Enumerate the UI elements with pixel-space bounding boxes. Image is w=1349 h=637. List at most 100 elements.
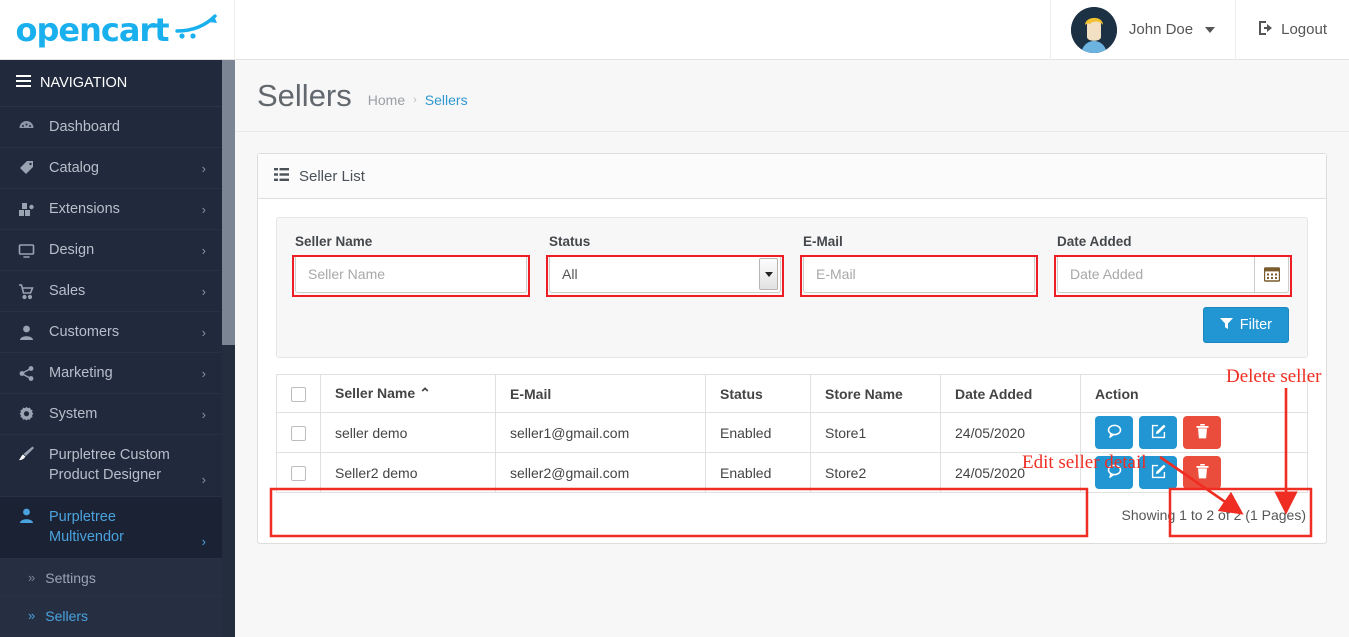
col-date-added[interactable]: Date Added [940, 374, 1081, 413]
chevron-right-icon: › [201, 160, 206, 176]
top-header: opencart John Doe Logout [0, 0, 1349, 60]
brand-name: opencart [15, 10, 169, 49]
header-right: John Doe Logout [1049, 0, 1349, 60]
edit-icon [1151, 424, 1166, 442]
pagination-summary: Showing 1 to 2 of 2 (1 Pages) [1121, 507, 1306, 523]
user-icon [16, 507, 36, 524]
col-seller-name[interactable]: Seller Name ⌃ [320, 374, 496, 413]
delete-button[interactable] [1183, 456, 1221, 489]
filter-status-group: Status All [546, 234, 784, 297]
delete-button[interactable] [1183, 416, 1221, 449]
sidebar-scrollbar-thumb[interactable] [222, 60, 235, 345]
trash-icon [1196, 423, 1209, 442]
sidebar-item-label: Sales [49, 283, 86, 299]
sidebar-item-label: Purpletree Multivendor [49, 509, 124, 545]
sidebar-subitem-label: Settings [45, 569, 96, 586]
sidebar-item-sales[interactable]: Sales › [0, 271, 222, 312]
sidebar-item-purpletree-multivendor[interactable]: Purpletree Multivendor › [0, 497, 222, 559]
sidebar-item-design[interactable]: Design › [0, 230, 222, 271]
gear-icon [16, 406, 36, 423]
calendar-icon[interactable] [1255, 255, 1289, 293]
action-button-group [1095, 456, 1221, 489]
sidebar-item-marketing[interactable]: Marketing › [0, 353, 222, 394]
comment-button[interactable] [1095, 456, 1133, 489]
email-input[interactable] [803, 255, 1035, 293]
sidebar-item-extensions[interactable]: Extensions › [0, 189, 222, 230]
col-action: Action [1080, 374, 1308, 413]
sidebar: NAVIGATION Dashboard Catalog › Extension… [0, 60, 222, 637]
col-email[interactable]: E-Mail [495, 374, 706, 413]
comment-icon [1107, 424, 1122, 441]
cell-actions [1080, 452, 1308, 493]
cell-email: seller2@gmail.com [495, 452, 706, 493]
breadcrumb: Home › Sellers [368, 84, 468, 108]
col-status[interactable]: Status [705, 374, 811, 413]
chevron-down-icon [1205, 26, 1216, 33]
col-seller-name-label: Seller Name [335, 385, 416, 401]
logout-button[interactable]: Logout [1236, 0, 1349, 60]
hamburger-icon [16, 75, 31, 91]
date-added-input[interactable] [1057, 255, 1256, 293]
select-all-checkbox[interactable] [291, 386, 306, 402]
sidebar-subitem-sellers[interactable]: » Sellers [0, 597, 222, 635]
row-checkbox[interactable] [291, 465, 306, 481]
comment-button[interactable] [1095, 416, 1133, 449]
sidebar-item-label: Extensions [49, 201, 120, 217]
sidebar-scrollbar[interactable] [222, 60, 235, 637]
avatar [1070, 6, 1117, 53]
table-body: seller demo seller1@gmail.com Enabled St… [276, 412, 1308, 493]
sidebar-item-label: System [49, 406, 98, 422]
sidebar-subitem-settings[interactable]: » Settings [0, 559, 222, 597]
page-header: Sellers Home › Sellers [235, 60, 1349, 132]
trash-icon [1196, 463, 1209, 482]
sidebar-item-label: Dashboard [49, 119, 120, 135]
filter-status-label: Status [549, 234, 591, 249]
seller-name-input[interactable] [295, 255, 527, 293]
edit-button[interactable] [1139, 456, 1177, 489]
breadcrumb-separator-icon: › [413, 93, 417, 106]
brand-logo[interactable]: opencart [0, 0, 235, 60]
chevron-right-icon: › [201, 242, 206, 258]
status-select[interactable]: All [549, 255, 781, 293]
chevron-down-icon[interactable] [759, 258, 778, 290]
sidebar-item-label: Marketing [49, 365, 113, 381]
filter-button[interactable]: Filter [1202, 307, 1289, 343]
filter-date-added-group: Date Added [1054, 234, 1292, 297]
row-checkbox[interactable] [291, 425, 306, 441]
filter-row: Seller Name Status All [292, 234, 1292, 297]
sidebar-item-dashboard[interactable]: Dashboard [0, 107, 222, 148]
select-all-header [276, 374, 321, 413]
chevron-right-icon: › [201, 201, 206, 217]
filter-date-added-label: Date Added [1057, 234, 1132, 249]
table-row[interactable]: seller demo seller1@gmail.com Enabled St… [276, 412, 1308, 453]
sidebar-item-system[interactable]: System › [0, 394, 222, 435]
tag-icon [16, 160, 36, 177]
user-menu[interactable]: John Doe [1049, 0, 1237, 60]
nav-header-label: NAVIGATION [40, 75, 128, 91]
sidebar-item-label: Design [49, 242, 95, 258]
nav-header: NAVIGATION [0, 60, 222, 107]
sidebar-item-customers[interactable]: Customers › [0, 312, 222, 353]
sidebar-item-catalog[interactable]: Catalog › [0, 148, 222, 189]
sidebar-item-label: Purpletree Custom Product Designer [49, 447, 170, 483]
sidebar-item-purpletree-custom-product-designer[interactable]: Purpletree Custom Product Designer › [0, 435, 222, 497]
cell-seller-name: Seller2 demo [320, 452, 496, 493]
filter-email-label: E-Mail [803, 234, 843, 249]
breadcrumb-home[interactable]: Home [368, 92, 405, 108]
filter-email-group: E-Mail [800, 234, 1038, 297]
sort-asc-icon: ⌃ [419, 385, 431, 401]
cart-swoosh-icon [173, 14, 219, 45]
chevron-right-icon: › [201, 472, 206, 487]
seller-list-panel: Seller List Seller Name Status All [257, 153, 1327, 544]
table-row[interactable]: Seller2 demo seller2@gmail.com Enabled S… [276, 452, 1308, 493]
cell-store-name: Store2 [810, 452, 941, 493]
filter-seller-name-group: Seller Name [292, 234, 530, 297]
sidebar-item-label: Catalog [49, 160, 99, 176]
double-chevron-icon: » [28, 608, 36, 623]
action-button-group [1095, 416, 1221, 449]
edit-button[interactable] [1139, 416, 1177, 449]
breadcrumb-current[interactable]: Sellers [425, 92, 468, 108]
cell-date-added: 24/05/2020 [940, 412, 1081, 453]
logout-icon [1258, 20, 1274, 40]
date-added-input-group [1057, 255, 1289, 293]
